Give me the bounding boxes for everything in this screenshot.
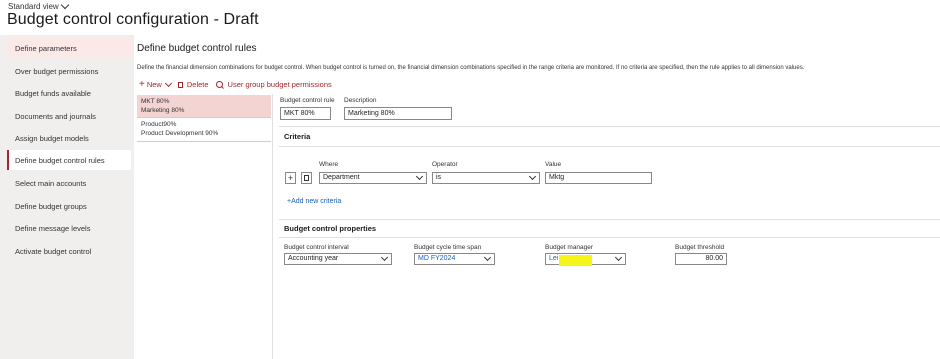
- divider: [279, 126, 940, 127]
- interval-dropdown[interactable]: Accounting year: [284, 253, 392, 265]
- operator-value: is: [436, 174, 442, 181]
- rule-code: MKT 80%: [141, 98, 170, 105]
- add-row-button[interactable]: +: [285, 172, 296, 184]
- divider: [279, 146, 940, 147]
- criteria-title: Criteria: [284, 132, 311, 141]
- properties-title: Budget control properties: [284, 224, 377, 233]
- nav-item-label: Define budget groups: [15, 201, 87, 211]
- where-label: Where: [319, 161, 339, 168]
- operator-label: Operator: [432, 161, 458, 168]
- where-dropdown[interactable]: Department: [319, 172, 427, 184]
- page-title: Budget control configuration - Draft: [7, 11, 259, 28]
- redaction-highlight: [559, 255, 592, 266]
- chevron-down-icon: [614, 253, 623, 262]
- trash-icon: [177, 81, 183, 88]
- delete-button[interactable]: Delete: [177, 80, 209, 89]
- divider: [279, 219, 940, 220]
- view-selector[interactable]: Standard view: [8, 0, 69, 11]
- nav-item-budget-funds-available[interactable]: Budget funds available: [7, 83, 131, 103]
- new-button-label: New: [146, 80, 162, 89]
- value-field[interactable]: Mktg: [545, 172, 652, 184]
- view-label: Standard view: [8, 2, 59, 11]
- new-button[interactable]: + New: [139, 78, 172, 90]
- search-icon: [215, 81, 223, 88]
- nav-item-label: Define parameters: [15, 43, 77, 53]
- chevron-down-icon: [415, 172, 424, 181]
- operator-dropdown[interactable]: is: [432, 172, 540, 184]
- chevron-down-icon: [164, 79, 172, 87]
- description-label: Description: [344, 97, 377, 104]
- section-description: Define the financial dimension combinati…: [137, 65, 805, 71]
- rule-code: Product90%: [141, 121, 177, 128]
- toolbar: + New Delete User group budget permissio…: [139, 78, 332, 90]
- nav-item-define-budget-control-rules[interactable]: Define budget control rules: [7, 150, 131, 170]
- rule-name: Marketing 80%: [141, 107, 185, 114]
- plus-icon: +: [287, 172, 294, 183]
- delete-button-label: Delete: [186, 80, 209, 89]
- manager-value: Lei: [549, 255, 559, 262]
- chevron-down-icon: [528, 172, 537, 181]
- delete-row-button[interactable]: [301, 172, 312, 184]
- cycle-label: Budget cycle time span: [414, 244, 482, 251]
- threshold-field[interactable]: 80.00: [675, 253, 727, 265]
- nav-item-over-budget-permissions[interactable]: Over budget permissions: [7, 61, 131, 81]
- nav-item-define-budget-groups[interactable]: Define budget groups: [7, 196, 131, 216]
- nav-item-assign-budget-models[interactable]: Assign budget models: [7, 128, 131, 148]
- nav-item-label: Documents and journals: [15, 111, 96, 121]
- where-value: Department: [323, 174, 360, 181]
- list-item-rule[interactable]: Product90% Product Development 90%: [137, 118, 271, 142]
- user-group-permissions-button[interactable]: User group budget permissions: [215, 80, 332, 89]
- cycle-dropdown[interactable]: MD FY2024: [414, 253, 495, 265]
- rule-field[interactable]: MKT 80%: [280, 107, 331, 120]
- threshold-label: Budget threshold: [675, 244, 725, 251]
- left-nav: Define parameters Over budget permission…: [0, 35, 134, 359]
- rule-label: Budget control rule: [280, 97, 335, 104]
- trash-icon: [304, 175, 309, 181]
- cycle-value: MD FY2024: [418, 255, 456, 262]
- nav-item-define-message-levels[interactable]: Define message levels: [7, 218, 131, 238]
- chevron-down-icon: [60, 0, 69, 10]
- nav-item-label: Budget funds available: [15, 88, 91, 98]
- chevron-down-icon: [380, 253, 389, 262]
- description-field[interactable]: Marketing 80%: [344, 107, 452, 120]
- nav-item-label: Select main accounts: [15, 178, 87, 188]
- nav-item-label: Define budget control rules: [15, 155, 105, 165]
- nav-item-label: Activate budget control: [15, 246, 92, 256]
- interval-value: Accounting year: [288, 255, 339, 262]
- value-label: Value: [545, 161, 562, 168]
- section-title: Define budget control rules: [137, 43, 257, 54]
- rule-name: Product Development 90%: [141, 130, 219, 137]
- chevron-down-icon: [483, 253, 492, 262]
- nav-item-activate-budget-control[interactable]: Activate budget control: [7, 241, 131, 261]
- interval-label: Budget control interval: [284, 244, 349, 251]
- nav-item-label: Assign budget models: [15, 133, 89, 143]
- add-new-criteria-link[interactable]: +Add new criteria: [287, 198, 341, 205]
- nav-item-documents-and-journals[interactable]: Documents and journals: [7, 106, 131, 126]
- manager-label: Budget manager: [545, 244, 594, 251]
- nav-item-label: Define message levels: [15, 223, 91, 233]
- nav-item-select-main-accounts[interactable]: Select main accounts: [7, 173, 131, 193]
- rules-list: MKT 80% Marketing 80% Product90% Product…: [136, 94, 273, 359]
- divider: [279, 237, 940, 238]
- nav-item-define-parameters[interactable]: Define parameters: [7, 38, 131, 58]
- permissions-button-label: User group budget permissions: [227, 80, 332, 89]
- list-item-rule[interactable]: MKT 80% Marketing 80%: [137, 95, 271, 118]
- plus-icon: +: [139, 78, 145, 90]
- nav-item-label: Over budget permissions: [15, 66, 99, 76]
